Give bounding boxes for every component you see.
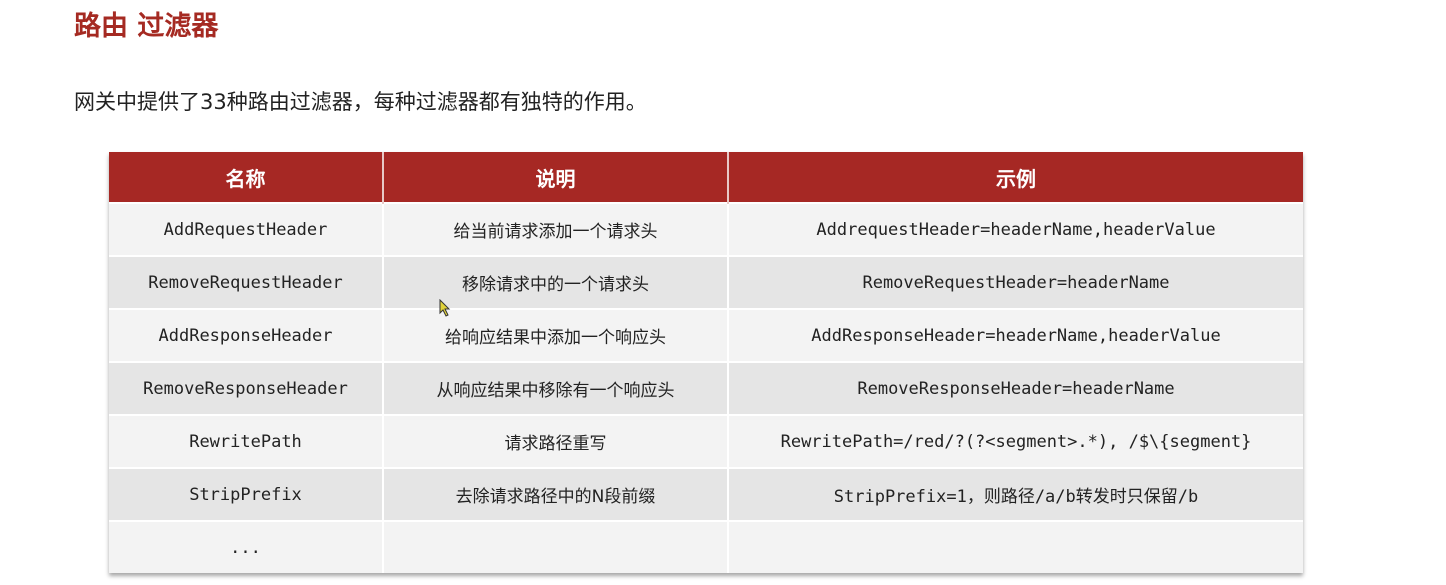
cell-example: RemoveResponseHeader=headerName xyxy=(728,361,1303,415)
cell-description: 从响应结果中移除有一个响应头 xyxy=(383,361,729,415)
table-row: RewritePath 请求路径重写 RewritePath=/red/?(?<se… xyxy=(109,414,1303,468)
cell-description: 移除请求中的一个请求头 xyxy=(383,255,729,309)
table-header: 名称 说明 示例 xyxy=(109,152,1303,203)
table-row: RemoveRequestHeader 移除请求中的一个请求头 RemoveRequ… xyxy=(109,255,1303,309)
page-title: 路由 过滤器 xyxy=(74,11,219,42)
cell-example: RemoveRequestHeader=headerName xyxy=(728,255,1303,309)
cell-name: AddRequestHeader xyxy=(109,202,384,256)
mouse-cursor-icon xyxy=(439,299,451,317)
table-row: AddResponseHeader 给响应结果中添加一个响应头 AddRespons… xyxy=(109,308,1303,362)
cell-example: AddrequestHeader=headerName,headerValue xyxy=(728,202,1303,256)
cell-example xyxy=(728,520,1303,573)
cell-example: AddResponseHeader=headerName,headerValue xyxy=(728,308,1303,362)
cell-example: RewritePath=/red/?(?<segment>.*), /$\{se… xyxy=(728,414,1303,468)
cell-name: AddResponseHeader xyxy=(109,308,384,362)
cell-description: 去除请求路径中的N段前缀 xyxy=(383,467,729,521)
cell-description: 请求路径重写 xyxy=(383,414,729,468)
table-row: StripPrefix 去除请求路径中的N段前缀 StripPrefix=1，则路径… xyxy=(109,467,1303,521)
cell-description: 给当前请求添加一个请求头 xyxy=(383,202,729,256)
cell-example: StripPrefix=1，则路径/a/b转发时只保留/b xyxy=(728,467,1303,521)
cell-name: RewritePath xyxy=(109,414,384,468)
cell-name: StripPrefix xyxy=(109,467,384,521)
header-name: 名称 xyxy=(109,152,384,203)
table-row: AddRequestHeader 给当前请求添加一个请求头 AddrequestHe… xyxy=(109,202,1303,256)
table-row: ... xyxy=(109,520,1303,573)
intro-text: 网关中提供了33种路由过滤器，每种过滤器都有独特的作用。 xyxy=(74,90,647,114)
cell-name: ... xyxy=(109,520,384,573)
header-description: 说明 xyxy=(383,152,729,203)
table-row: RemoveResponseHeader 从响应结果中移除有一个响应头 Remove… xyxy=(109,361,1303,415)
filter-table: 名称 说明 示例 AddRequestHeader 给当前请求添加一个请求头 Add… xyxy=(109,152,1303,573)
cell-description: 给响应结果中添加一个响应头 xyxy=(383,308,729,362)
header-example: 示例 xyxy=(728,152,1303,203)
cell-name: RemoveRequestHeader xyxy=(109,255,384,309)
cell-name: RemoveResponseHeader xyxy=(109,361,384,415)
cell-description xyxy=(383,520,729,573)
